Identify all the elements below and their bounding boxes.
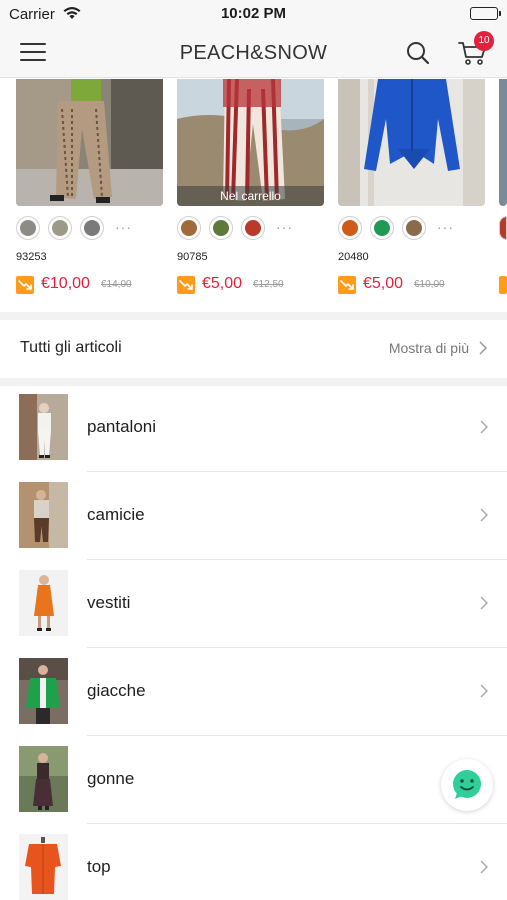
color-swatch[interactable]: [402, 216, 426, 240]
category-label: pantaloni: [87, 417, 157, 436]
category-thumbnail: [19, 570, 68, 636]
color-swatch[interactable]: [499, 216, 507, 240]
color-swatch[interactable]: [48, 216, 72, 240]
chevron-right-icon: [480, 420, 489, 439]
product-card-partial[interactable]: [499, 79, 507, 294]
category-row-camicie[interactable]: camicie: [0, 472, 507, 560]
in-cart-label: Nel carrello: [177, 186, 324, 206]
color-swatch[interactable]: [370, 216, 394, 240]
category-label: top: [87, 857, 111, 876]
product-photo[interactable]: [338, 79, 485, 206]
app-header: PEACH&SNOW 10: [0, 28, 507, 78]
more-colors-indicator[interactable]: ···: [276, 219, 293, 235]
product-price: €5,00: [202, 275, 243, 292]
category-label: vestiti: [87, 593, 131, 612]
show-more-link[interactable]: Mostra di più: [389, 340, 469, 356]
category-label: gonne: [87, 769, 135, 788]
chevron-right-icon: [480, 684, 489, 703]
category-row-giacche[interactable]: giacche: [0, 648, 507, 736]
product-code: 90785: [177, 251, 208, 263]
cart-count-badge: 10: [474, 31, 494, 51]
section-divider: [0, 312, 507, 320]
product-photo[interactable]: [16, 79, 163, 206]
category-thumbnail: [19, 482, 68, 548]
product-card[interactable]: Nel carrello ··· 90785 €5,00 €12,50: [177, 79, 324, 294]
clock: 10:02 PM: [220, 5, 287, 22]
category-thumbnail: [19, 834, 68, 900]
category-label: camicie: [87, 505, 145, 524]
product-card[interactable]: ··· 20480 €5,00 €10,00: [338, 79, 485, 294]
category-label: giacche: [87, 681, 146, 700]
status-bar: Carrier 10:02 PM: [0, 0, 507, 28]
trend-down-icon: [16, 276, 34, 294]
category-row-vestiti[interactable]: vestiti: [0, 560, 507, 648]
product-old-price: €12,50: [253, 279, 284, 290]
chat-button[interactable]: [441, 759, 493, 811]
category-row-pantaloni[interactable]: pantaloni: [0, 384, 507, 472]
product-price: €5,00: [363, 275, 404, 292]
color-swatch[interactable]: [241, 216, 265, 240]
chevron-right-icon: [480, 860, 489, 879]
battery-icon: [470, 7, 501, 20]
product-old-price: €14,00: [101, 279, 132, 290]
chevron-right-icon: [480, 508, 489, 527]
color-swatch[interactable]: [177, 216, 201, 240]
chevron-right-icon: [480, 596, 489, 615]
category-thumbnail: [19, 658, 68, 724]
more-colors-indicator[interactable]: ···: [437, 219, 454, 235]
category-row-gonne[interactable]: gonne: [0, 736, 507, 824]
product-card[interactable]: ··· 93253 €10,00 €14,00: [16, 79, 163, 294]
product-carousel[interactable]: ··· 93253 €10,00 €14,00 Nel carrello ···…: [0, 79, 507, 312]
product-code: 20480: [338, 251, 369, 263]
trend-down-icon: [499, 276, 507, 294]
trend-down-icon: [338, 276, 356, 294]
trend-down-icon: [177, 276, 195, 294]
product-old-price: €10,00: [414, 279, 445, 290]
color-swatch[interactable]: [209, 216, 233, 240]
all-articles-title: Tutti gli articoli: [20, 339, 122, 356]
search-icon[interactable]: [405, 40, 431, 71]
color-swatch[interactable]: [338, 216, 362, 240]
color-swatch[interactable]: [16, 216, 40, 240]
category-thumbnail: [19, 394, 68, 460]
color-swatch[interactable]: [80, 216, 104, 240]
chat-icon: [441, 770, 493, 815]
product-price: €10,00: [41, 275, 90, 292]
chevron-right-icon: [479, 341, 488, 360]
product-code: 93253: [16, 251, 47, 263]
all-articles-row[interactable]: Tutti gli articoli Mostra di più: [0, 320, 507, 378]
category-thumbnail: [19, 746, 68, 812]
product-photo[interactable]: [499, 79, 507, 206]
more-colors-indicator[interactable]: ···: [115, 219, 132, 235]
product-photo[interactable]: Nel carrello: [177, 79, 324, 206]
category-row-top[interactable]: top: [0, 824, 507, 900]
